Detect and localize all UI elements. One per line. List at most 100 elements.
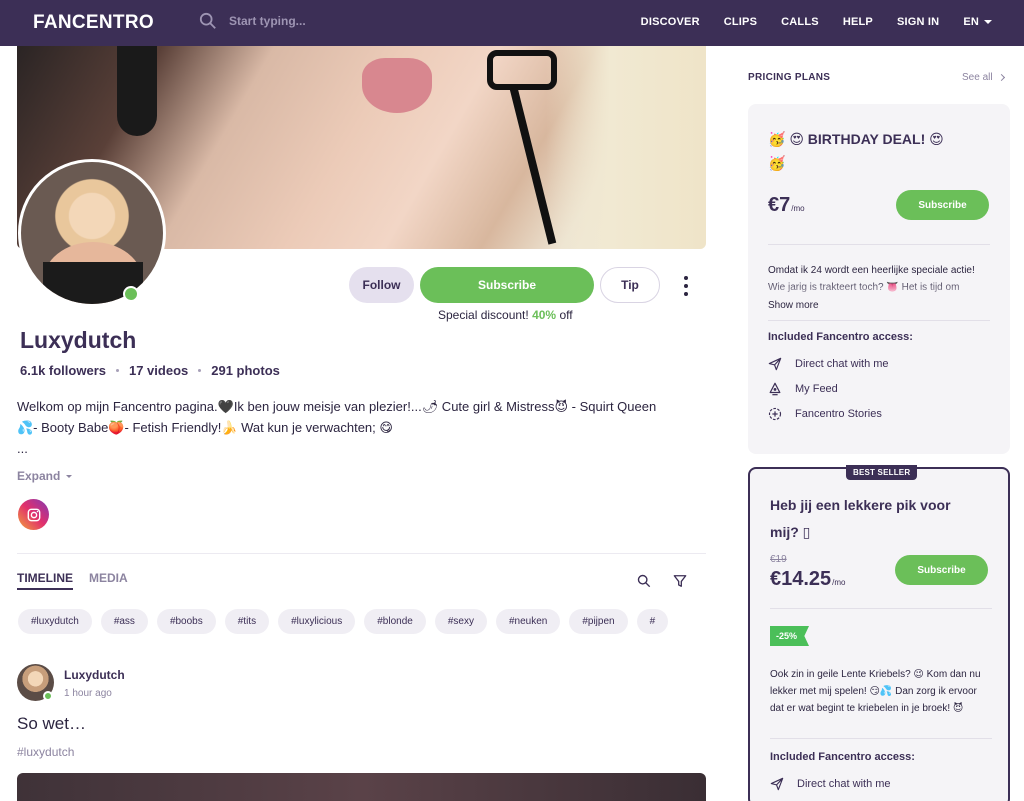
divider — [770, 608, 992, 609]
hashtag-list: #luxydutch #ass #boobs #tits #luxyliciou… — [18, 609, 706, 635]
expand-bio-button[interactable]: Expand — [17, 469, 73, 483]
pricing-plan-card-best-seller: Heb jij een lekkere pik voor mij? ▯ €19 … — [748, 467, 1010, 801]
hashtag-chip[interactable]: #pijpen — [569, 609, 628, 634]
photos-count: 291 photos — [211, 363, 280, 378]
profile-bio: Welkom op mijn Fancentro pagina.🖤Ik ben … — [17, 396, 707, 438]
plan-title-line: 🥳 😍 BIRTHDAY DEAL! 😍 — [768, 131, 944, 147]
price-period: /mo — [832, 578, 846, 587]
profile-stats: 6.1k followers 17 videos 291 photos — [20, 363, 280, 378]
plan-title: 🥳 😍 BIRTHDAY DEAL! 😍 🥳 — [768, 127, 944, 175]
pricing-plan-card: 🥳 😍 BIRTHDAY DEAL! 😍 🥳 €7/mo Subscribe O… — [748, 104, 1010, 454]
instagram-link[interactable] — [18, 499, 49, 530]
top-navbar: FANCENTRO DISCOVER CLIPS CALLS HELP SIGN… — [0, 0, 1024, 46]
send-icon — [770, 777, 784, 791]
hashtag-chip[interactable]: # — [636, 609, 669, 634]
price-value: €7 — [768, 194, 791, 216]
language-label: EN — [963, 16, 979, 28]
bio-line: 💦- Booty Babe🍑- Fetish Friendly!🍌 Wat ku… — [17, 420, 393, 435]
old-price: €19 — [770, 554, 787, 565]
feature-label: Fancentro Stories — [795, 408, 882, 420]
language-selector[interactable]: EN — [963, 16, 992, 28]
separator-dot — [198, 369, 202, 372]
chevron-down-icon — [984, 20, 992, 24]
search-icon[interactable] — [637, 574, 651, 588]
discount-badge: -25% — [770, 626, 810, 646]
stories-icon — [768, 407, 782, 421]
search-bar — [199, 12, 429, 30]
included-access-title: Included Fancentro access: — [768, 331, 913, 343]
feature-label: Direct chat with me — [797, 778, 891, 790]
nav-discover[interactable]: DISCOVER — [641, 16, 700, 28]
hashtag-chip[interactable]: #boobs — [156, 609, 216, 634]
nav-sign-in[interactable]: SIGN IN — [897, 16, 939, 28]
divider — [17, 553, 706, 554]
nav-help[interactable]: HELP — [843, 16, 873, 28]
videos-count: 17 videos — [128, 363, 189, 378]
filter-icon[interactable] — [673, 574, 687, 588]
online-indicator — [123, 286, 139, 302]
send-icon — [768, 357, 782, 371]
price-value: €14.25 — [770, 568, 832, 590]
feature-item: My Feed — [768, 382, 838, 396]
expand-label: Expand — [17, 469, 61, 483]
profile-name: Luxydutch — [20, 327, 137, 353]
hashtag-chip[interactable]: #luxydutch — [18, 609, 92, 634]
divider — [768, 320, 990, 321]
profile-avatar[interactable] — [18, 159, 166, 307]
instagram-icon — [27, 508, 40, 521]
show-more-link[interactable]: Show more — [768, 300, 819, 311]
hashtag-chip[interactable]: #ass — [100, 609, 148, 634]
separator-dot — [115, 369, 119, 372]
pricing-plans-title: PRICING PLANS — [748, 72, 831, 83]
hashtag-chip[interactable]: #neuken — [495, 609, 561, 634]
nav-clips[interactable]: CLIPS — [724, 16, 757, 28]
search-input[interactable] — [229, 14, 429, 28]
discount-value: 40% — [532, 308, 557, 322]
discount-prefix: Special discount! — [438, 308, 529, 322]
plan-subscribe-button[interactable]: Subscribe — [895, 555, 988, 585]
plan-price: €7/mo — [768, 194, 805, 217]
logo[interactable]: FANCENTRO — [33, 12, 154, 34]
tab-media[interactable]: MEDIA — [89, 571, 128, 585]
nav-links: DISCOVER CLIPS CALLS HELP SIGN IN EN — [641, 16, 992, 28]
post-timestamp: 1 hour ago — [64, 688, 112, 699]
bio-line: Welkom op mijn Fancentro pagina.🖤Ik ben … — [17, 399, 657, 414]
plan-description: Omdat ik 24 wordt een heerlijke speciale… — [768, 265, 975, 293]
plan-description: Ook zin in geile Lente Kriebels? 😉 Kom d… — [770, 669, 981, 714]
chevron-right-icon — [997, 73, 1005, 82]
tab-timeline[interactable]: TIMELINE — [17, 571, 73, 590]
special-discount-text: Special discount! 40% off — [438, 308, 573, 322]
see-all-label: See all — [962, 72, 993, 83]
feed-icon — [769, 382, 781, 396]
cover-detail — [362, 58, 432, 113]
discount-suffix: off — [559, 308, 573, 322]
plan-subscribe-button[interactable]: Subscribe — [896, 190, 989, 220]
post-media[interactable] — [17, 773, 706, 801]
see-all-link[interactable]: See all — [962, 72, 1005, 83]
tip-button[interactable]: Tip — [600, 267, 660, 303]
nav-calls[interactable]: CALLS — [781, 16, 819, 28]
hashtag-chip[interactable]: #sexy — [434, 609, 487, 634]
post-hashtag[interactable]: #luxydutch — [17, 745, 74, 759]
followers-count: 6.1k followers — [20, 363, 106, 378]
best-seller-badge: BEST SELLER — [846, 465, 918, 480]
plan-title-line: 🥳 — [768, 155, 786, 171]
subscribe-button[interactable]: Subscribe — [420, 267, 594, 303]
hashtag-chip[interactable]: #tits — [224, 609, 270, 634]
hashtag-chip[interactable]: #blonde — [364, 609, 426, 634]
plan-title-line: mij? ▯ — [770, 524, 811, 540]
feature-item: Direct chat with me — [768, 357, 889, 371]
feature-label: My Feed — [795, 383, 838, 395]
plan-title-line: Heb jij een lekkere pik voor — [770, 497, 951, 513]
feature-item: Fancentro Stories — [768, 407, 882, 421]
more-options-icon[interactable] — [678, 276, 694, 296]
bio-ellipsis: ... — [17, 441, 28, 456]
included-access-title: Included Fancentro access: — [770, 751, 915, 763]
post-author-name[interactable]: Luxydutch — [64, 668, 125, 682]
online-indicator — [43, 691, 53, 701]
plan-price: €14.25/mo — [770, 568, 846, 591]
follow-button[interactable]: Follow — [349, 267, 414, 303]
hashtag-chip[interactable]: #luxylicious — [278, 609, 356, 634]
cover-detail — [487, 50, 557, 90]
cover-detail — [546, 46, 706, 249]
